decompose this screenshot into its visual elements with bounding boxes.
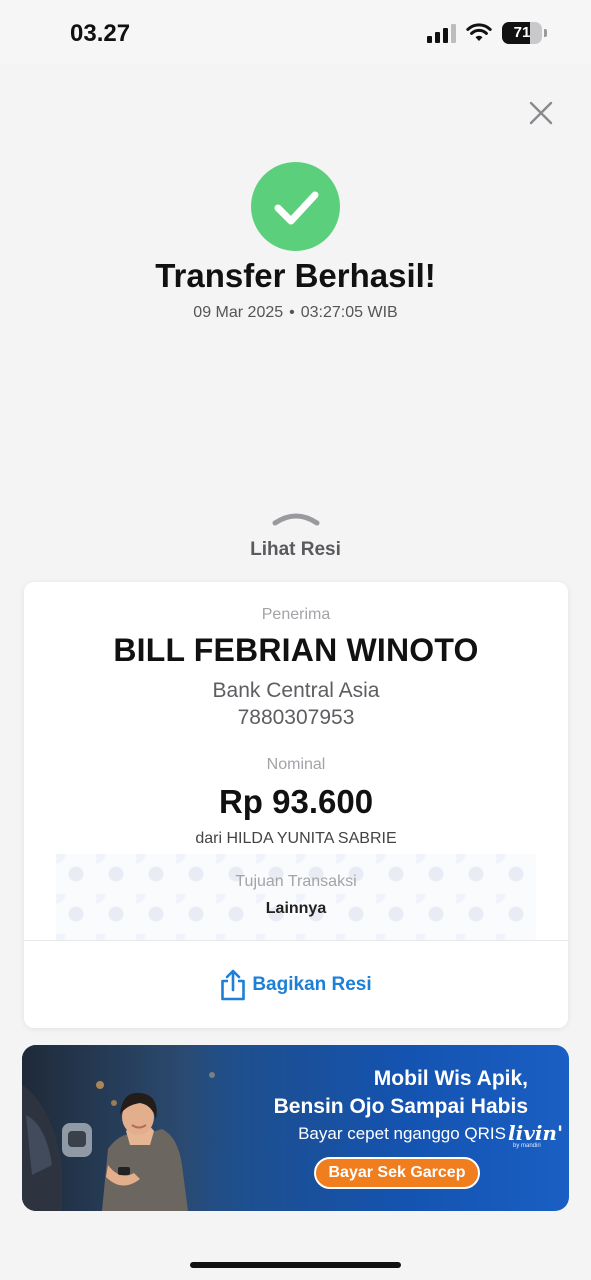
promo-cta-button[interactable]: Bayar Sek Garcep <box>314 1157 480 1189</box>
wifi-icon <box>466 23 492 41</box>
battery-level: 71 <box>513 24 531 41</box>
share-receipt-label: Bagikan Resi <box>252 973 372 995</box>
transaction-time: 03:27:05 WIB <box>300 304 398 321</box>
home-indicator[interactable] <box>190 1262 401 1268</box>
battery-icon: 71 <box>502 22 542 44</box>
purpose-value: Lainnya <box>265 900 327 917</box>
promo-headline-1: Mobil Wis Apik, <box>373 1067 528 1090</box>
status-time: 03.27 <box>70 20 131 47</box>
transaction-datetime: 09 Mar 2025 • 03:27:05 WIB <box>0 304 591 322</box>
check-circle-icon <box>251 162 340 251</box>
sender-name: dari HILDA YUNITA SABRIE <box>195 830 397 847</box>
transaction-date: 09 Mar 2025 <box>193 304 284 321</box>
battery-cap <box>544 29 547 37</box>
purpose-label: Tujuan Transaksi <box>235 873 357 890</box>
promo-banner[interactable]: Mobil Wis Apik, Bensin Ojo Sampai Habis … <box>22 1045 569 1211</box>
share-receipt-button[interactable]: Bagikan Resi <box>24 941 568 1028</box>
purpose-background <box>56 854 536 940</box>
status-bar: 03.27 71 <box>0 0 591 64</box>
promo-subtext: Bayar cepet nganggo QRIS <box>298 1124 506 1143</box>
receiver-bank: Bank Central Asia <box>212 679 380 702</box>
status-icons: 71 <box>427 22 547 44</box>
cellular-signal-icon <box>427 23 456 43</box>
livin-logo-sub: by mandiri <box>513 1143 541 1149</box>
page-title: Transfer Berhasil! <box>155 257 436 294</box>
transfer-amount: Rp 93.600 <box>218 783 374 820</box>
promo-headline-2: Bensin Ojo Sampai Habis <box>273 1095 528 1118</box>
nominal-label: Nominal <box>266 756 326 773</box>
promo-photo <box>22 1045 252 1211</box>
livin-logo: livin' <box>508 1121 564 1145</box>
close-button[interactable] <box>522 94 560 132</box>
receiver-label: Penerima <box>261 606 331 623</box>
close-icon <box>529 101 553 125</box>
receiver-account: 7880307953 <box>237 706 355 729</box>
receipt-card: Penerima BILL FEBRIAN WINOTO Bank Centra… <box>24 582 568 1028</box>
chevron-up-icon[interactable] <box>272 511 320 527</box>
datetime-separator: • <box>289 304 295 321</box>
receiver-name: BILL FEBRIAN WINOTO <box>113 632 479 668</box>
share-icon <box>221 969 246 1000</box>
view-receipt-toggle[interactable]: Lihat Resi <box>0 539 591 561</box>
check-icon <box>274 191 318 224</box>
